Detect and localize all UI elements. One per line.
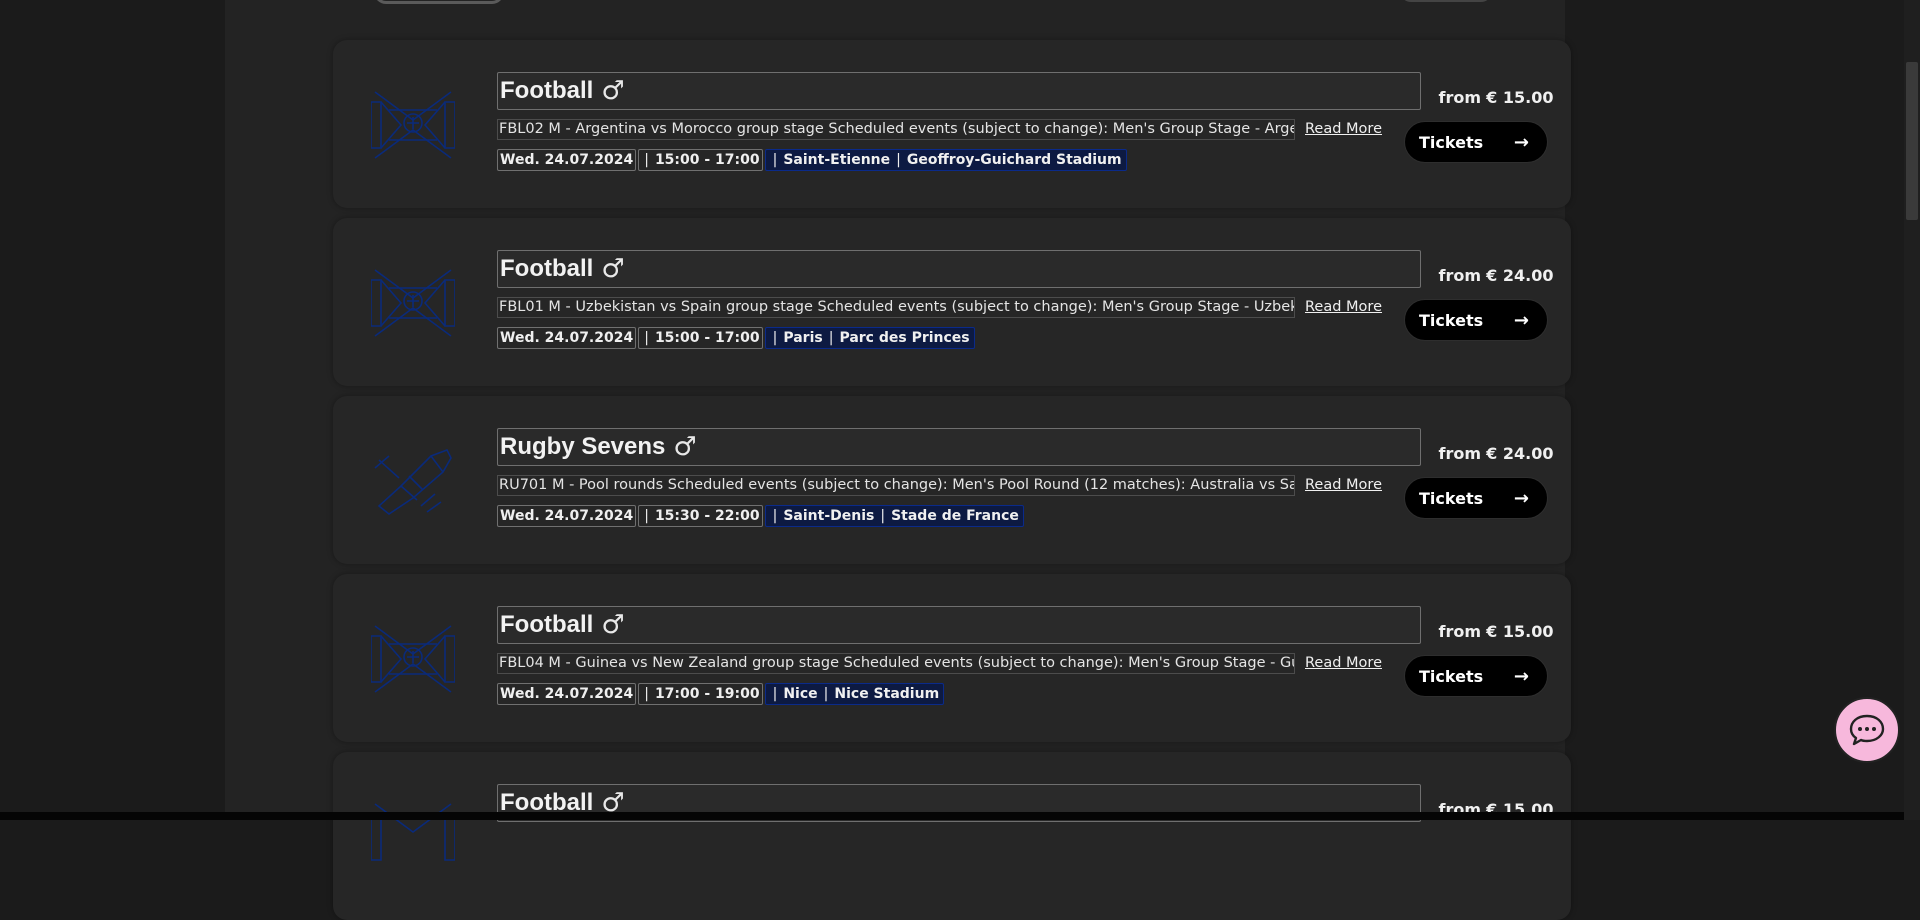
event-city: Saint-Denis	[783, 508, 875, 524]
event-sport-title: Rugby Sevens	[500, 433, 666, 460]
event-description: RU701 M - Pool rounds Scheduled events (…	[497, 474, 1295, 496]
bottom-edge-bar	[0, 812, 1904, 820]
male-symbol-icon: ♂	[601, 76, 625, 106]
price-prefix: from	[1438, 266, 1482, 285]
event-city: Paris	[783, 330, 823, 346]
event-info: Football ♂ FBL01 M - Uzbekistan vs Spain…	[497, 250, 1421, 350]
scrollbar-thumb[interactable]	[1906, 62, 1918, 220]
event-info: Football ♂ FBL04 M - Guinea vs New Zeala…	[497, 606, 1421, 706]
price-label: from € 15.00	[1437, 88, 1555, 107]
tickets-button[interactable]: Tickets →	[1404, 299, 1548, 341]
event-description: FBL01 M - Uzbekistan vs Spain group stag…	[497, 296, 1295, 318]
event-date: Wed. 24.07.2024	[497, 149, 637, 171]
event-location: | Paris | Parc des Princes	[764, 327, 975, 349]
pill-button-partial[interactable]	[1400, 0, 1492, 2]
event-venue: Parc des Princes	[839, 330, 970, 346]
page-scrollbar[interactable]	[1904, 0, 1920, 820]
male-symbol-icon: ♂	[673, 432, 697, 462]
arrow-right-icon: →	[1513, 487, 1529, 509]
event-location: | Nice | Nice Stadium	[764, 683, 945, 705]
event-card: Football ♂ FBL01 M - Uzbekistan vs Spain…	[333, 218, 1571, 386]
event-date: Wed. 24.07.2024	[497, 683, 637, 705]
football-pictogram-icon	[371, 625, 455, 693]
filter-pill-partial[interactable]	[374, 0, 504, 4]
event-title-box[interactable]: Football ♂	[497, 72, 1421, 110]
tickets-button[interactable]: Tickets →	[1404, 121, 1548, 163]
event-card: Football ♂ FBL04 M - Guinea vs New Zeala…	[333, 574, 1571, 742]
event-city: Saint-Etienne	[783, 152, 891, 168]
price-label: from € 24.00	[1437, 266, 1555, 285]
arrow-right-icon: →	[1513, 665, 1529, 687]
event-location: | Saint-Denis | Stade de France	[764, 505, 1024, 527]
chat-button[interactable]	[1834, 697, 1900, 763]
tickets-button[interactable]: Tickets →	[1404, 477, 1548, 519]
read-more-link[interactable]: Read More	[1305, 121, 1382, 137]
event-time: 15:30 - 22:00	[654, 508, 760, 524]
event-time: 15:00 - 17:00	[654, 152, 760, 168]
price-prefix: from	[1438, 88, 1482, 107]
event-venue: Geoffroy-Guichard Stadium	[906, 152, 1122, 168]
male-symbol-icon: ♂	[601, 254, 625, 284]
event-info: Rugby Sevens ♂ RU701 M - Pool rounds Sch…	[497, 428, 1421, 528]
event-title-box[interactable]: Football ♂	[497, 606, 1421, 644]
tickets-label: Tickets	[1419, 666, 1484, 686]
football-pictogram-icon	[371, 269, 455, 337]
price-value: € 24.00	[1486, 444, 1554, 463]
event-city: Nice	[783, 686, 818, 702]
event-time-chip: | 15:00 - 17:00	[638, 149, 763, 171]
tickets-label: Tickets	[1419, 132, 1484, 152]
price-prefix: from	[1438, 444, 1482, 463]
price-value: € 24.00	[1486, 266, 1554, 285]
tickets-button[interactable]: Tickets →	[1404, 655, 1548, 697]
event-sport-title: Football	[500, 255, 594, 282]
rugby-pictogram-icon	[374, 448, 452, 515]
male-symbol-icon: ♂	[601, 610, 625, 640]
price-label: from € 24.00	[1437, 444, 1555, 463]
event-time-chip: | 17:00 - 19:00	[638, 683, 763, 705]
tickets-label: Tickets	[1419, 488, 1484, 508]
event-description: FBL04 M - Guinea vs New Zealand group st…	[497, 652, 1295, 674]
event-title-box[interactable]: Rugby Sevens ♂	[497, 428, 1421, 466]
event-date: Wed. 24.07.2024	[497, 505, 637, 527]
event-card: Rugby Sevens ♂ RU701 M - Pool rounds Sch…	[333, 396, 1571, 564]
event-date: Wed. 24.07.2024	[497, 327, 637, 349]
arrow-right-icon: →	[1513, 131, 1529, 153]
read-more-link[interactable]: Read More	[1305, 299, 1382, 315]
event-venue: Stade de France	[891, 508, 1019, 524]
event-time: 15:00 - 17:00	[654, 330, 760, 346]
chat-bubble-icon	[1849, 714, 1885, 746]
tickets-label: Tickets	[1419, 310, 1484, 330]
event-sport-title: Football	[500, 77, 594, 104]
football-pictogram-icon	[371, 91, 455, 159]
event-card: Football ♂ from € 15.00	[333, 752, 1571, 920]
event-time-chip: | 15:30 - 22:00	[638, 505, 763, 527]
event-venue: Nice Stadium	[834, 686, 940, 702]
read-more-link[interactable]: Read More	[1305, 477, 1382, 493]
price-prefix: from	[1438, 622, 1482, 641]
price-value: € 15.00	[1486, 622, 1554, 641]
price-value: € 15.00	[1486, 88, 1554, 107]
event-time-chip: | 15:00 - 17:00	[638, 327, 763, 349]
event-sport-title: Football	[500, 611, 594, 638]
arrow-right-icon: →	[1513, 309, 1529, 331]
event-card: Football ♂ FBL02 M - Argentina vs Morocc…	[333, 40, 1571, 208]
event-description: FBL02 M - Argentina vs Morocco group sta…	[497, 118, 1295, 140]
event-info: Football ♂ FBL02 M - Argentina vs Morocc…	[497, 72, 1421, 172]
read-more-link[interactable]: Read More	[1305, 655, 1382, 671]
event-title-box[interactable]: Football ♂	[497, 250, 1421, 288]
event-time: 17:00 - 19:00	[654, 686, 760, 702]
price-label: from € 15.00	[1437, 622, 1555, 641]
event-location: | Saint-Etienne | Geoffroy-Guichard Stadium	[764, 149, 1127, 171]
